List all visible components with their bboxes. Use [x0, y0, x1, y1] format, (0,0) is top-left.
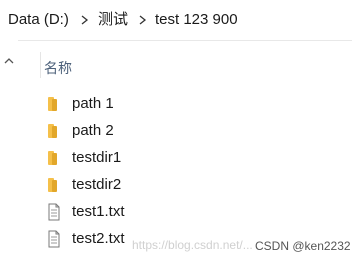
chevron-right-icon[interactable]	[139, 10, 151, 30]
column-header-label: 名称	[44, 60, 72, 76]
folder-icon	[46, 95, 62, 113]
chevron-right-icon[interactable]	[81, 10, 93, 30]
folder-icon	[46, 149, 62, 167]
nav-pane-scroll[interactable]	[0, 40, 18, 262]
list-item-folder[interactable]: testdir1	[44, 145, 344, 171]
breadcrumb-item-folder[interactable]: 测试	[98, 10, 128, 30]
list-item-name: testdir1	[72, 149, 122, 166]
list-item-folder[interactable]: testdir2	[44, 172, 344, 198]
column-header-name[interactable]: 名称	[40, 52, 352, 82]
column-divider	[40, 52, 41, 78]
breadcrumb-item-drive[interactable]: Data (D:)	[8, 10, 69, 30]
folder-icon	[46, 176, 62, 194]
text-file-icon	[46, 230, 62, 248]
list-item-name: testdir2	[72, 176, 122, 193]
breadcrumb-item-current[interactable]: test 123 900	[155, 10, 238, 30]
watermark-url: https://blog.csdn.net/...	[132, 238, 253, 252]
list-item-name: test2.txt	[72, 230, 125, 247]
list-item-name: path 2	[72, 122, 114, 139]
chevron-up-icon[interactable]	[2, 54, 16, 66]
breadcrumb: Data (D:) 测试 test 123 900	[0, 0, 352, 41]
list-item-folder[interactable]: path 2	[44, 118, 344, 144]
list-item-name: test1.txt	[72, 203, 125, 220]
list-item-folder[interactable]: path 1	[44, 91, 344, 117]
text-file-icon	[46, 203, 62, 221]
list-item-name: path 1	[72, 95, 114, 112]
watermark-author: CSDN @ken2232	[255, 239, 351, 253]
list-item-file[interactable]: test1.txt	[44, 199, 344, 225]
folder-icon	[46, 122, 62, 140]
